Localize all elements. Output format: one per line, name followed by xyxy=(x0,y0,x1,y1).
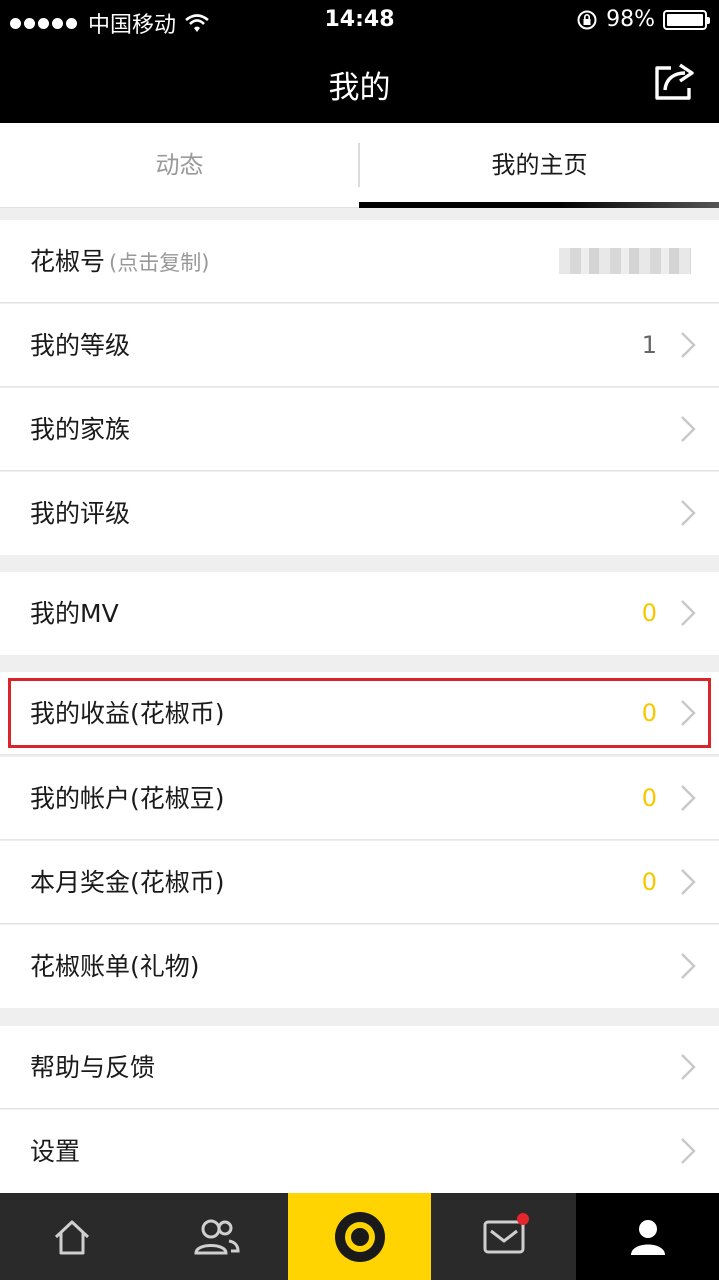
huajiao-id-row[interactable]: 花椒号 (点击复制) xyxy=(0,220,719,303)
rotation-lock-icon xyxy=(577,10,597,29)
active-tab-indicator xyxy=(359,202,719,208)
chevron-right-icon xyxy=(681,500,696,526)
gift-bill-label: 花椒账单(礼物) xyxy=(30,952,200,981)
status-bar: 中国移动 14:48 98% xyxy=(0,0,719,40)
chevron-right-icon xyxy=(681,416,696,442)
my-mv-label: 我的MV xyxy=(30,599,119,628)
chevron-right-icon xyxy=(681,1138,696,1164)
nav-bar: 我的 xyxy=(0,40,719,123)
my-level-row[interactable]: 我的等级 1 xyxy=(0,304,719,387)
highlight-annotation xyxy=(8,678,711,748)
battery-icon xyxy=(663,9,710,30)
my-mv-value: 0 xyxy=(641,599,657,627)
help-feedback-row[interactable]: 帮助与反馈 xyxy=(0,1026,719,1109)
huajiao-id-label: 花椒号 (点击复制) xyxy=(30,247,210,276)
unread-badge xyxy=(517,1213,529,1225)
chevron-right-icon xyxy=(681,600,696,626)
tab-my-homepage[interactable]: 我的主页 xyxy=(360,123,719,207)
friends-icon xyxy=(193,1219,240,1254)
live-tab[interactable] xyxy=(288,1193,431,1280)
share-icon[interactable] xyxy=(651,58,699,104)
bottom-tab-bar xyxy=(0,1193,719,1280)
home-tab[interactable] xyxy=(0,1193,143,1280)
chevron-right-icon xyxy=(681,1054,696,1080)
tab-activity[interactable]: 动态 xyxy=(0,123,359,207)
profile-tabs: 动态 我的主页 xyxy=(0,123,719,208)
monthly-bonus-value: 0 xyxy=(641,868,657,896)
home-icon xyxy=(54,1220,89,1254)
chevron-right-icon xyxy=(681,332,696,358)
battery-area: 98% xyxy=(576,7,710,32)
gift-bill-row[interactable]: 花椒账单(礼物) xyxy=(0,925,719,1008)
my-level-value: 1 xyxy=(641,331,657,359)
my-account-value: 0 xyxy=(641,784,657,812)
monthly-bonus-label: 本月奖金(花椒币) xyxy=(30,868,225,897)
monthly-bonus-row[interactable]: 本月奖金(花椒币) 0 xyxy=(0,841,719,924)
live-camera-icon xyxy=(334,1211,385,1262)
chevron-right-icon xyxy=(681,953,696,979)
settings-row[interactable]: 设置 xyxy=(0,1110,719,1193)
my-account-label: 我的帐户(花椒豆) xyxy=(30,784,225,813)
page-title: 我的 xyxy=(328,70,391,106)
profile-icon xyxy=(630,1219,665,1255)
my-family-label: 我的家族 xyxy=(30,415,131,444)
battery-percent: 98% xyxy=(606,7,655,32)
my-level-label: 我的等级 xyxy=(30,331,131,360)
my-account-row[interactable]: 我的帐户(花椒豆) 0 xyxy=(0,757,719,840)
my-family-row[interactable]: 我的家族 xyxy=(0,388,719,471)
my-mv-row[interactable]: 我的MV 0 xyxy=(0,572,719,655)
profile-tab[interactable] xyxy=(576,1193,719,1280)
copy-hint: (点击复制) xyxy=(109,251,210,275)
messages-tab[interactable] xyxy=(432,1193,575,1280)
help-feedback-label: 帮助与反馈 xyxy=(30,1053,156,1082)
my-rating-label: 我的评级 xyxy=(30,499,131,528)
chevron-right-icon xyxy=(681,869,696,895)
my-rating-row[interactable]: 我的评级 xyxy=(0,472,719,555)
masked-id-value xyxy=(559,248,691,274)
settings-label: 设置 xyxy=(30,1137,81,1166)
friends-tab[interactable] xyxy=(144,1193,287,1280)
chevron-right-icon xyxy=(681,785,696,811)
